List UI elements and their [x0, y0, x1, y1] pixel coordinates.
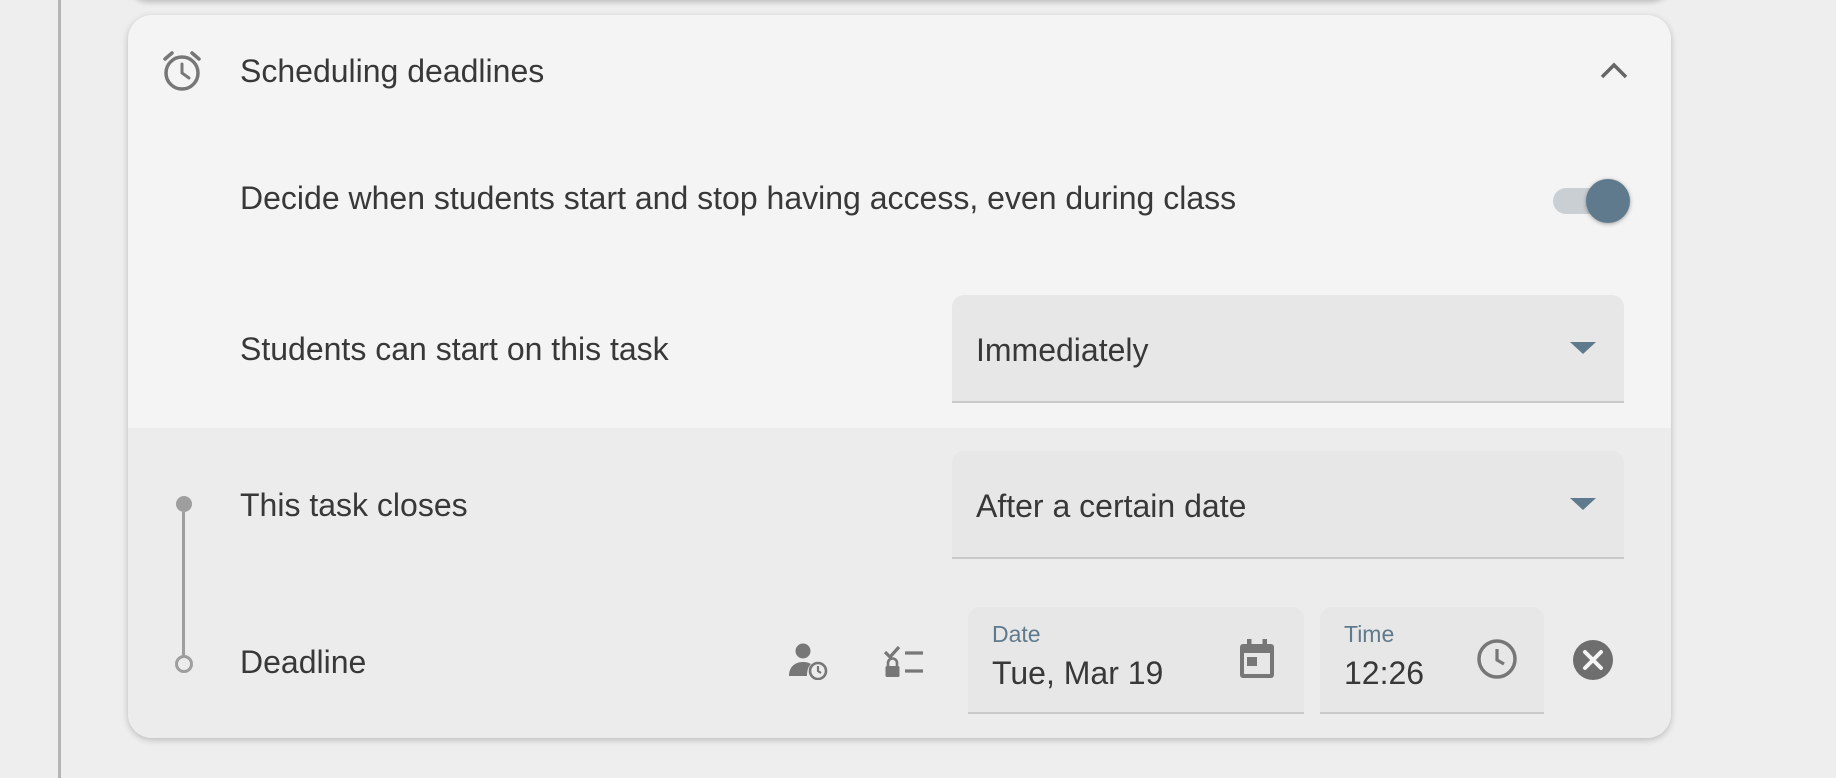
time-field[interactable]: Time 12:26 — [1320, 607, 1544, 714]
timeline-dot-top — [176, 496, 192, 512]
time-field-value: 12:26 — [1344, 655, 1425, 691]
person-clock-icon[interactable] — [788, 642, 828, 680]
left-rail — [58, 0, 61, 778]
access-toggle-label: Decide when students start and stop havi… — [240, 180, 1237, 216]
timeline-dot-bottom — [175, 655, 193, 673]
date-field[interactable]: Date Tue, Mar 19 — [968, 607, 1304, 714]
clock-icon[interactable] — [1476, 638, 1518, 680]
chevron-up-icon[interactable] — [1598, 60, 1630, 82]
date-field-label: Date — [992, 621, 1041, 647]
dropdown-arrow-icon — [1570, 342, 1596, 354]
section-title: Scheduling deadlines — [240, 53, 545, 89]
close-select[interactable]: After a certain date — [952, 451, 1624, 559]
time-field-label: Time — [1344, 621, 1395, 647]
calendar-icon[interactable] — [1238, 638, 1276, 680]
close-label: This task closes — [240, 487, 468, 523]
start-label: Students can start on this task — [240, 331, 669, 367]
dropdown-arrow-icon — [1570, 498, 1596, 510]
clear-icon[interactable] — [1572, 639, 1614, 681]
scheduling-card: Scheduling deadlines Decide when student… — [128, 15, 1671, 738]
start-select[interactable]: Immediately — [952, 295, 1624, 403]
alarm-clock-icon — [163, 51, 201, 91]
date-field-value: Tue, Mar 19 — [992, 655, 1164, 691]
toggle-knob[interactable] — [1586, 179, 1630, 223]
start-select-value: Immediately — [976, 332, 1149, 368]
close-select-value: After a certain date — [976, 488, 1247, 524]
deadline-label: Deadline — [240, 644, 367, 680]
timeline-line — [182, 512, 185, 656]
checklist-lock-icon[interactable] — [883, 644, 925, 678]
